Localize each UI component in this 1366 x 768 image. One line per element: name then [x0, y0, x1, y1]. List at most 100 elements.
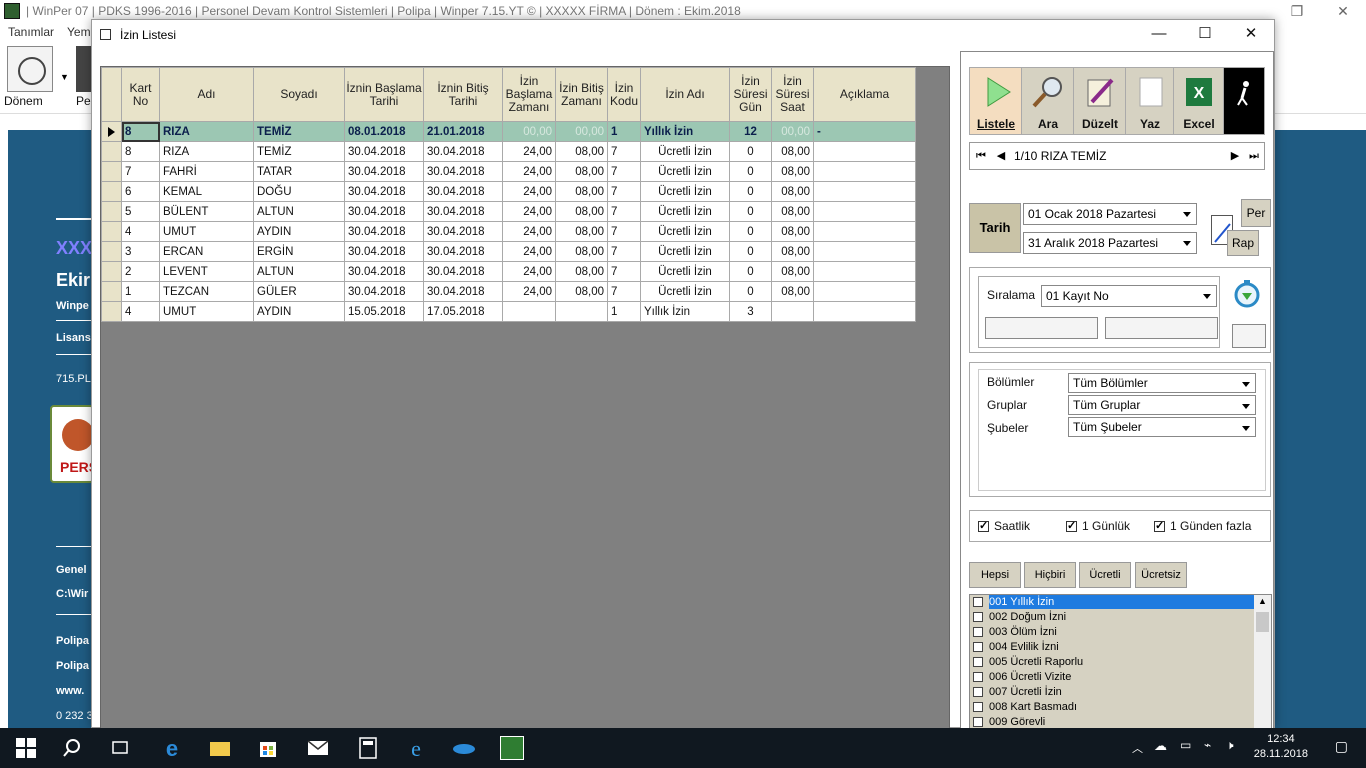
table-cell[interactable]: AYDIN: [253, 221, 345, 242]
list-item[interactable]: 006 Ücretli Vizite: [970, 670, 1254, 685]
table-cell[interactable]: 1: [607, 301, 641, 322]
table-cell[interactable]: 0: [729, 161, 772, 182]
table-cell[interactable]: 7: [607, 181, 641, 202]
table-cell[interactable]: 08,00: [555, 161, 608, 182]
table-cell[interactable]: 08,00: [771, 201, 814, 222]
table-cell[interactable]: [555, 301, 608, 322]
sort-field-1[interactable]: [985, 317, 1098, 339]
table-cell[interactable]: ALTUN: [253, 261, 345, 282]
clock[interactable]: 12:34 28.11.2018: [1254, 732, 1308, 762]
table-cell[interactable]: 30.04.2018: [423, 181, 503, 202]
cloud-icon[interactable]: ☁: [1154, 738, 1167, 754]
table-cell[interactable]: 7: [607, 281, 641, 302]
table-cell[interactable]: 0: [729, 201, 772, 222]
table-cell[interactable]: 7: [607, 261, 641, 282]
table-cell[interactable]: 0: [729, 241, 772, 262]
file-explorer-icon[interactable]: [208, 736, 232, 760]
table-cell[interactable]: Ücretli İzin: [640, 281, 730, 302]
table-cell[interactable]: 0: [729, 141, 772, 162]
table-cell[interactable]: 4: [121, 301, 160, 322]
table-cell[interactable]: 21.01.2018: [423, 121, 503, 142]
table-cell[interactable]: AYDIN: [253, 301, 345, 322]
table-cell[interactable]: [813, 281, 916, 302]
scroll-up-icon[interactable]: ▲: [1258, 596, 1267, 606]
table-cell[interactable]: 30.04.2018: [344, 221, 424, 242]
table-cell[interactable]: [813, 221, 916, 242]
table-cell[interactable]: 5: [121, 201, 160, 222]
table-row[interactable]: 8 RIZA TEMİZ 30.04.2018 30.04.2018 24,00 08,00…: [101, 141, 916, 162]
table-cell[interactable]: 30.04.2018: [423, 261, 503, 282]
table-cell[interactable]: 0: [729, 221, 772, 242]
mail-icon[interactable]: [306, 736, 330, 760]
column-header[interactable]: İzin Başlama Zamanı: [502, 67, 556, 122]
saatlik-checkbox[interactable]: [978, 519, 989, 532]
table-cell[interactable]: 24,00: [502, 161, 556, 182]
table-cell[interactable]: 24,00: [502, 281, 556, 302]
list-item[interactable]: 007 Ücretli İzin: [970, 685, 1254, 700]
row-indicator[interactable]: [101, 281, 122, 302]
table-cell[interactable]: Ücretli İzin: [640, 221, 730, 242]
list-item-checkbox[interactable]: [973, 627, 983, 637]
chevron-down-icon[interactable]: [1238, 419, 1254, 435]
table-cell[interactable]: 08,00: [555, 141, 608, 162]
stopwatch-icon[interactable]: [1232, 278, 1262, 308]
column-header[interactable]: Soyadı: [253, 67, 345, 122]
table-cell[interactable]: DOĞU: [253, 181, 345, 202]
table-cell[interactable]: FAHRİ: [159, 161, 254, 182]
list-item-checkbox[interactable]: [973, 597, 983, 607]
table-cell[interactable]: [813, 261, 916, 282]
list-item-checkbox[interactable]: [973, 717, 983, 727]
table-cell[interactable]: 7: [607, 201, 641, 222]
table-cell[interactable]: 8: [121, 121, 160, 142]
last-record-icon[interactable]: ⏭: [1245, 146, 1263, 166]
table-cell[interactable]: 7: [121, 161, 160, 182]
row-indicator[interactable]: [101, 241, 122, 262]
list-item[interactable]: 003 Ölüm İzni: [970, 625, 1254, 640]
table-cell[interactable]: 24,00: [502, 201, 556, 222]
table-cell[interactable]: 30.04.2018: [423, 201, 503, 222]
table-row[interactable]: 4 UMUT AYDIN 30.04.2018 30.04.2018 24,00 08,00…: [101, 221, 916, 242]
table-cell[interactable]: 2: [121, 261, 160, 282]
table-cell[interactable]: ALTUN: [253, 201, 345, 222]
network-icon[interactable]: ▭: [1180, 738, 1191, 752]
list-item-checkbox[interactable]: [973, 657, 983, 667]
table-cell[interactable]: UMUT: [159, 221, 254, 242]
power-icon[interactable]: ⌁: [1204, 738, 1211, 752]
table-cell[interactable]: 3: [729, 301, 772, 322]
list-item[interactable]: 002 Doğum İzni: [970, 610, 1254, 625]
table-cell[interactable]: 1: [121, 281, 160, 302]
table-cell[interactable]: 7: [607, 141, 641, 162]
table-cell[interactable]: 08,00: [555, 261, 608, 282]
table-cell[interactable]: 24,00: [502, 141, 556, 162]
column-header[interactable]: İzin Süresi Saat: [771, 67, 814, 122]
chevron-down-icon[interactable]: [1179, 234, 1195, 252]
table-cell[interactable]: 30.04.2018: [423, 161, 503, 182]
listele-button[interactable]: Listele: [969, 67, 1023, 135]
table-cell[interactable]: ERGİN: [253, 241, 345, 262]
menu-item-tanimlar[interactable]: Tanımlar: [8, 25, 54, 39]
sort-extra-field[interactable]: [1232, 324, 1266, 348]
column-header[interactable]: İzin Adı: [640, 67, 730, 122]
task-view-icon[interactable]: [108, 736, 132, 760]
duzelt-button[interactable]: Düzelt: [1073, 67, 1127, 135]
winper-taskbar-icon[interactable]: [500, 736, 524, 760]
table-cell[interactable]: 6: [121, 181, 160, 202]
table-cell[interactable]: 08,00: [555, 181, 608, 202]
table-cell[interactable]: KEMAL: [159, 181, 254, 202]
table-row[interactable]: 8 RIZA TEMİZ 08.01.2018 21.01.2018 00,00 00,00…: [101, 121, 916, 142]
table-cell[interactable]: TEZCAN: [159, 281, 254, 302]
sort-field-2[interactable]: [1105, 317, 1218, 339]
table-cell[interactable]: GÜLER: [253, 281, 345, 302]
row-indicator[interactable]: [101, 201, 122, 222]
table-cell[interactable]: 4: [121, 221, 160, 242]
table-cell[interactable]: 08,00: [555, 201, 608, 222]
table-cell[interactable]: 08,00: [771, 181, 814, 202]
table-cell[interactable]: 08,00: [771, 281, 814, 302]
table-cell[interactable]: Ücretli İzin: [640, 201, 730, 222]
table-cell[interactable]: 0: [729, 281, 772, 302]
table-cell[interactable]: 00,00: [771, 121, 814, 142]
per-button[interactable]: Per: [1241, 199, 1271, 227]
table-cell[interactable]: TATAR: [253, 161, 345, 182]
close-icon[interactable]: ✕: [1228, 20, 1274, 50]
table-row[interactable]: 3 ERCAN ERGİN 30.04.2018 30.04.2018 24,00 08,0…: [101, 241, 916, 262]
